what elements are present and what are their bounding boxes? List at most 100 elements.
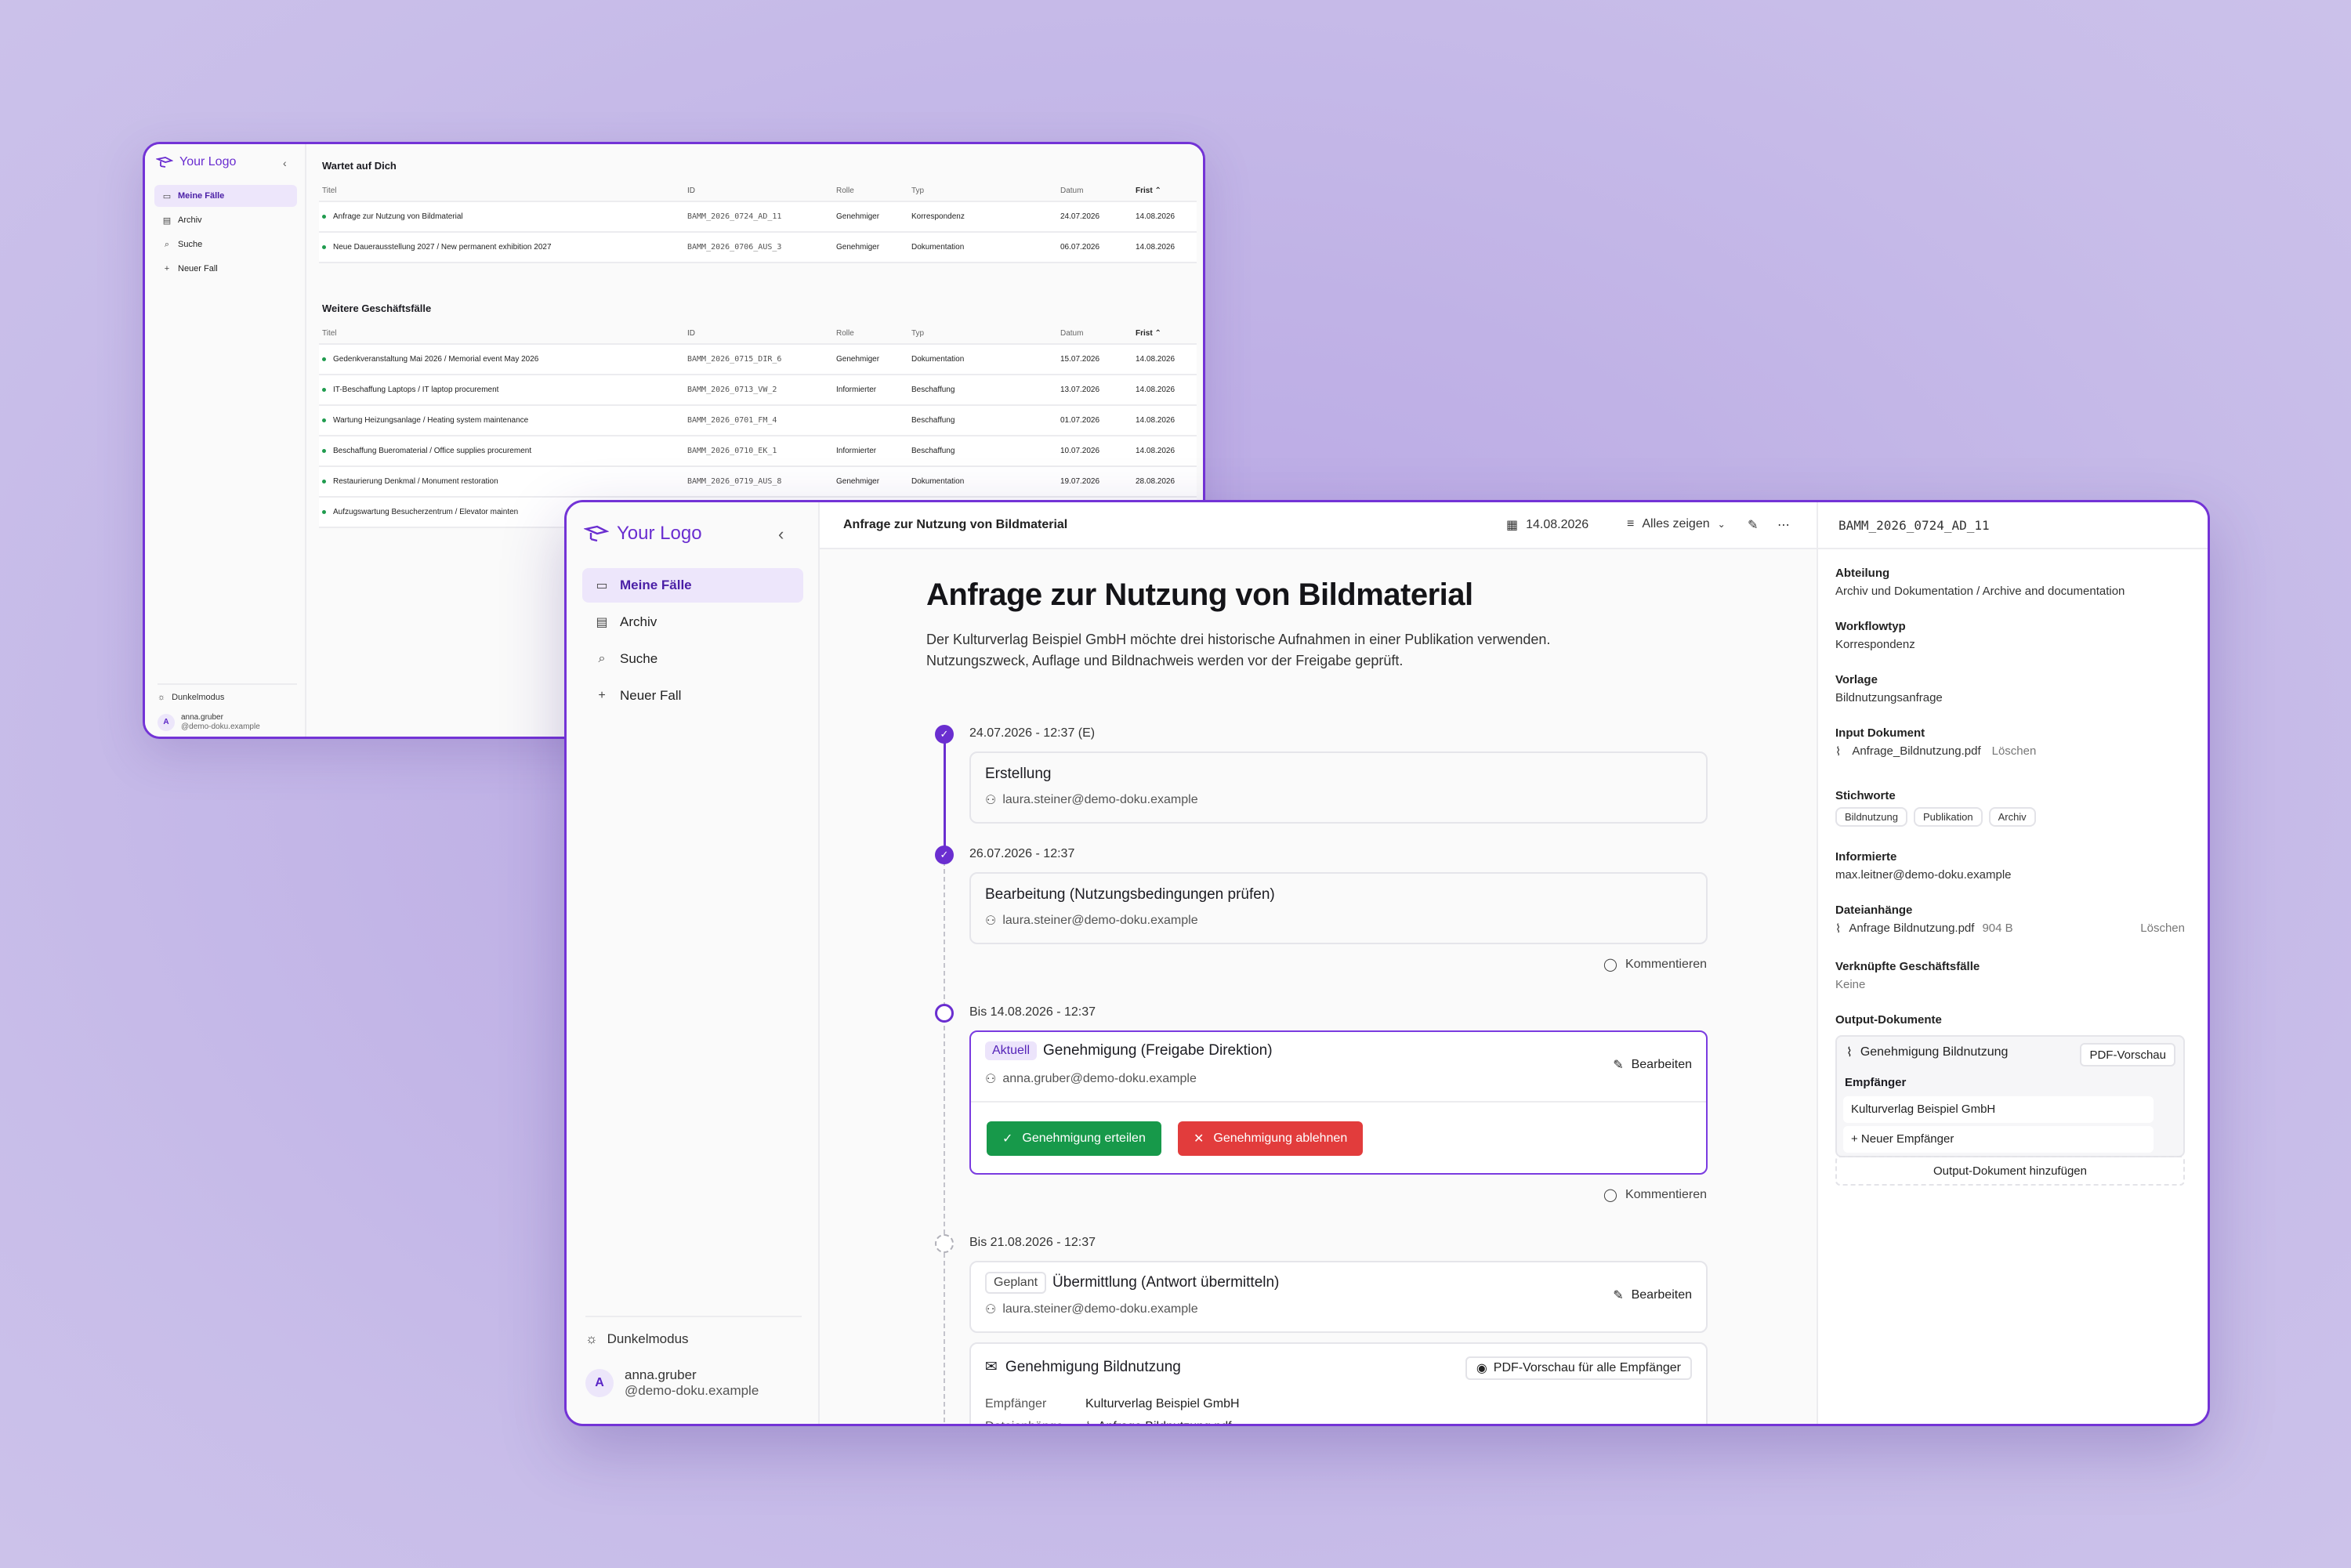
collapse-sidebar-icon[interactable]: ‹ — [283, 157, 287, 169]
pencil-icon: ✎ — [1613, 1059, 1624, 1072]
collapse-sidebar-icon[interactable]: ‹ — [778, 524, 784, 545]
reject-button[interactable]: ✕ Genehmigung ablehnen — [1178, 1121, 1364, 1156]
sidebar-item-meine-faelle[interactable]: ▭ Meine Fälle — [582, 568, 803, 603]
step-user: anna.gruber@demo-doku.example — [1002, 1072, 1197, 1085]
logo[interactable]: Your Logo — [584, 523, 702, 545]
chevron-down-icon: ⌄ — [1717, 519, 1726, 530]
user-email: @demo-doku.example — [181, 722, 260, 731]
paperclip-icon: ⌇ — [1835, 745, 1842, 759]
avatar: A — [158, 713, 175, 731]
logo-icon — [584, 525, 609, 542]
status-dot — [322, 510, 326, 514]
sidebar: Your Logo ‹ ▭ Meine Fälle ▤ Archiv ⌕ Suche … — [145, 144, 306, 737]
comment-icon: ◯ — [1603, 1189, 1617, 1202]
delete-attachment-button[interactable]: Löschen — [2140, 922, 2185, 936]
pdf-preview-button[interactable]: PDF-Vorschau — [2080, 1043, 2175, 1066]
plus-icon: + — [598, 689, 606, 702]
edit-icon[interactable]: ✎ — [1748, 517, 1758, 533]
edit-button[interactable]: ✎ Bearbeiten — [1613, 1287, 1692, 1303]
sidebar-item-suche[interactable]: ⌕ Suche — [154, 234, 297, 255]
dark-mode-toggle[interactable]: ☼ Dunkelmodus — [158, 693, 297, 702]
sort-frist[interactable]: Frist ⌃ — [1136, 186, 1190, 195]
input-file-link[interactable]: Anfrage_Bildnutzung.pdf — [1852, 744, 1980, 759]
avatar: A — [585, 1369, 614, 1397]
step-date: 24.07.2026 - 12:37 (E) — [969, 726, 1096, 740]
metadata-panel: BAMM_2026_0724_AD_11 Abteilung Archiv und… — [1818, 502, 2208, 1424]
filter-icon: ≡ — [1627, 517, 1635, 531]
user-email: @demo-doku.example — [625, 1383, 759, 1398]
output-document-box: ⌇ Genehmigung Bildnutzung PDF-Vorschau Em… — [1835, 1035, 2185, 1157]
current-step-icon — [935, 1004, 954, 1023]
linked-cases-value: Keine — [1835, 978, 1866, 991]
more-icon[interactable]: ⋯ — [1777, 517, 1790, 533]
page-description: Der Kulturverlag Beispiel GmbH möchte dr… — [926, 632, 1551, 668]
table-row[interactable]: Gedenkveranstaltung Mai 2026 / Memorial … — [319, 345, 1197, 375]
case-id: BAMM_2026_0724_AD_11 — [1818, 502, 2208, 549]
filter-dropdown[interactable]: ≡ Alles zeigen ⌄ — [1627, 517, 1726, 531]
case-detail-window: Your Logo ‹ ▭ Meine Fälle ▤ Archiv ⌕ Suche … — [564, 500, 2210, 1426]
attachment-size: 904 B — [1982, 922, 2013, 935]
step-title: Genehmigung (Freigabe Direktion) — [1043, 1042, 1273, 1059]
sidebar-item-neuer-fall[interactable]: + Neuer Fall — [154, 258, 297, 280]
mail-icon: ✉ — [985, 1359, 998, 1375]
logo[interactable]: Your Logo — [156, 155, 236, 169]
table-row[interactable]: Restaurierung Denkmal / Monument restora… — [319, 467, 1197, 498]
output-document-card: ✉ Genehmigung Bildnutzung ◉ PDF-Vorschau f… — [969, 1342, 1708, 1424]
sun-icon: ☼ — [585, 1331, 598, 1346]
table-row[interactable]: Beschaffung Bueromaterial / Office suppl… — [319, 436, 1197, 467]
user-menu[interactable]: A anna.gruber @demo-doku.example — [158, 713, 297, 731]
timeline-line — [944, 737, 946, 861]
top-bar: Anfrage zur Nutzung von Bildmaterial ▦ 14… — [820, 502, 1817, 549]
comment-button[interactable]: ◯ Kommentieren — [1603, 1187, 1707, 1203]
plus-icon: + — [164, 264, 170, 273]
due-date-button[interactable]: ▦ 14.08.2026 — [1506, 517, 1588, 533]
eye-icon: ◉ — [1476, 1362, 1487, 1375]
step-user: laura.steiner@demo-doku.example — [1002, 914, 1198, 927]
comment-button[interactable]: ◯ Kommentieren — [1603, 957, 1707, 972]
tag[interactable]: Archiv — [1988, 807, 2036, 827]
dark-mode-toggle[interactable]: ☼ Dunkelmodus — [585, 1331, 802, 1347]
table-row[interactable]: Neue Dauerausstellung 2027 / New permane… — [319, 233, 1197, 263]
paperclip-icon: ⌇ — [1846, 1046, 1853, 1059]
sidebar-item-meine-faelle[interactable]: ▭ Meine Fälle — [154, 185, 297, 207]
logo-icon — [156, 157, 173, 168]
search-icon: ⌕ — [598, 652, 606, 665]
table-row[interactable]: Wartung Heizungsanlage / Heating system … — [319, 406, 1197, 436]
sort-frist[interactable]: Frist ⌃ — [1136, 329, 1190, 338]
table-header: Titel ID Rolle Typ Datum Frist ⌃ — [319, 180, 1197, 202]
sidebar-footer: ☼ Dunkelmodus A anna.gruber @demo-doku.exa… — [585, 1316, 802, 1399]
table-row[interactable]: IT-Beschaffung Laptops / IT laptop procu… — [319, 375, 1197, 406]
archive-icon: ▤ — [162, 215, 172, 226]
table-row[interactable]: Anfrage zur Nutzung von Bildmaterial BAM… — [319, 202, 1197, 233]
add-output-document-button[interactable]: Output-Dokument hinzufügen — [1835, 1156, 2185, 1186]
recipients-label: Empfänger — [1845, 1076, 1907, 1089]
sidebar-footer: ☼ Dunkelmodus A anna.gruber @demo-doku.exa… — [158, 683, 297, 731]
sidebar-item-archiv[interactable]: ▤ Archiv — [582, 605, 803, 639]
sidebar-item-neuer-fall[interactable]: + Neuer Fall — [582, 679, 803, 713]
step-card-genehmigung: Aktuell Genehmigung (Freigabe Direktion) … — [969, 1030, 1708, 1175]
approve-button[interactable]: ✓ Genehmigung erteilen — [987, 1121, 1161, 1156]
check-icon: ✓ — [935, 725, 954, 744]
document-title: Genehmigung Bildnutzung — [1005, 1358, 1181, 1375]
calendar-icon: ▦ — [1506, 519, 1519, 532]
user-menu[interactable]: A anna.gruber @demo-doku.example — [585, 1367, 802, 1399]
edit-button[interactable]: ✎ Bearbeiten — [1613, 1057, 1692, 1073]
sidebar-item-archiv[interactable]: ▤ Archiv — [154, 209, 297, 231]
tag[interactable]: Bildnutzung — [1835, 807, 1907, 827]
step-date: 26.07.2026 - 12:37 — [969, 847, 1075, 860]
step-title: Bearbeitung (Nutzungsbedingungen prüfen) — [985, 886, 1275, 903]
sidebar-item-suche[interactable]: ⌕ Suche — [582, 642, 803, 676]
delete-input-button[interactable]: Löschen — [1992, 744, 2037, 759]
add-recipient-button[interactable]: + Neuer Empfänger — [1843, 1126, 2154, 1153]
search-icon: ⌕ — [164, 239, 170, 249]
sun-icon: ☼ — [158, 693, 166, 702]
pdf-preview-all-button[interactable]: ◉ PDF-Vorschau für alle Empfänger — [1465, 1356, 1692, 1380]
attachment-link[interactable]: Anfrage Bildnutzung.pdf — [1849, 922, 1974, 936]
section-title-waiting: Wartet auf Dich — [322, 160, 397, 172]
table-other: Titel ID Rolle Typ Datum Frist ⌃ Gedenkv… — [319, 323, 1197, 528]
user-name: anna.gruber — [181, 713, 223, 722]
recipient-item[interactable]: Kulturverlag Beispiel GmbH — [1843, 1096, 2154, 1123]
tag[interactable]: Publikation — [1913, 807, 1983, 827]
logo-text: Your Logo — [179, 155, 237, 168]
status-dot — [322, 480, 326, 483]
